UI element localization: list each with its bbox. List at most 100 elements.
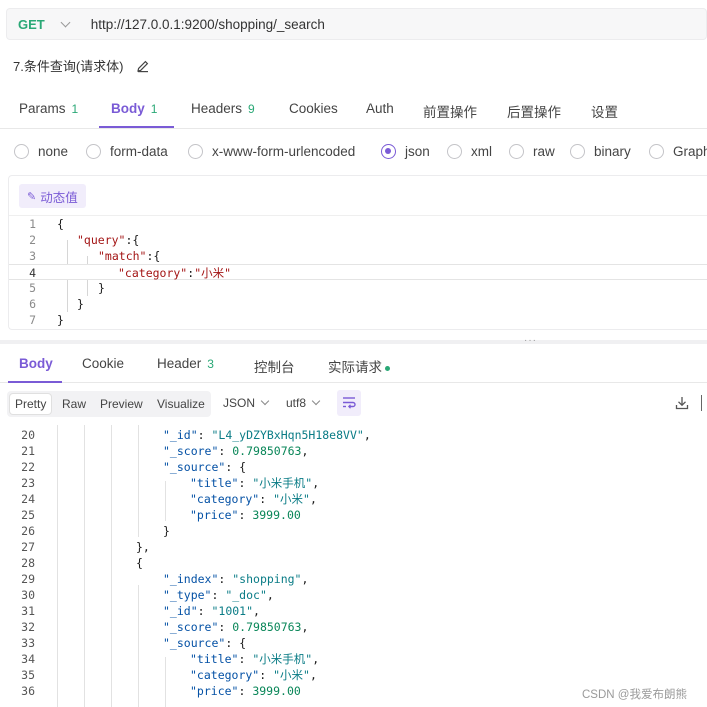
line-text: "price": 3999.00 [190, 684, 301, 698]
radio-xml[interactable]: xml [447, 144, 492, 159]
line-text: }, [136, 540, 150, 554]
line-number: 22 [21, 460, 35, 474]
response-toolbar: Pretty Raw Preview Visualize JSON utf8 [0, 389, 707, 419]
response-line: 27}, [0, 539, 707, 555]
response-line: 30 "_type": "_doc", [0, 587, 707, 603]
pane-splitter[interactable] [0, 340, 707, 344]
line-number: 26 [21, 524, 35, 538]
response-line: 31 "_id": "1001", [0, 603, 707, 619]
download-icon[interactable] [675, 396, 689, 410]
tab-cookies[interactable]: Cookies [289, 101, 338, 116]
wrap-lines-icon [343, 397, 356, 409]
line-number: 36 [21, 684, 35, 698]
response-line: 29 "_index": "shopping", [0, 571, 707, 587]
response-line: 21 "_score": 0.79850763, [0, 443, 707, 459]
radio-none[interactable]: none [14, 144, 68, 159]
status-dot [385, 365, 390, 371]
line-number: 27 [21, 540, 35, 554]
tab-headers[interactable]: Headers 9 [191, 101, 255, 116]
tab-settings[interactable]: 设置 [591, 101, 618, 121]
view-mode-group: Pretty Raw Preview Visualize [7, 391, 211, 417]
request-name-label: 7.条件查询(请求体) [13, 59, 124, 74]
radio-binary[interactable]: binary [570, 144, 631, 159]
response-tabs: Body Cookie Header 3 控制台 实际请求 [0, 346, 707, 383]
view-raw-button[interactable]: Raw [57, 394, 91, 414]
line-number: 25 [21, 508, 35, 522]
line-text: "_id": "L4_yDZYBxHqn5H18e8VV", [163, 428, 371, 442]
line-text: "category": "小米", [190, 668, 317, 682]
line-number: 21 [21, 444, 35, 458]
line-text: "_type": "_doc", [163, 588, 274, 602]
drag-handle-icon[interactable]: ··· [524, 336, 537, 346]
code-line-current: 4 "category":"小米" [9, 264, 707, 280]
line-text: "title": "小米手机", [190, 476, 320, 490]
response-body[interactable]: 20 "_id": "L4_yDZYBxHqn5H18e8VV", 21 "_scor… [0, 425, 707, 707]
tab-body[interactable]: Body 1 [111, 101, 157, 116]
line-text: } [163, 524, 170, 538]
dynamic-value-button[interactable]: ✎ 动态值 [19, 184, 86, 208]
response-line: 34 "title": "小米手机", [0, 651, 707, 667]
line-text: "price": 3999.00 [190, 508, 301, 522]
line-number: 33 [21, 636, 35, 650]
response-line: 28 { [0, 555, 707, 571]
code-line: 2 "query":{ [29, 233, 140, 247]
resp-tab-cookie[interactable]: Cookie [82, 356, 124, 371]
line-number: 28 [21, 556, 35, 570]
code-line: 3 "match":{ [29, 249, 161, 263]
radio-circle [447, 144, 462, 159]
line-text: "_source": { [163, 460, 247, 474]
tab-pre-ops[interactable]: 前置操作 [423, 101, 477, 121]
request-tabs: Params 1 Body 1 Headers 9 Cookies Auth 前置操作… [0, 93, 707, 129]
format-select[interactable]: JSON [223, 396, 270, 410]
radio-form-data[interactable]: form-data [86, 144, 168, 159]
radio-circle [649, 144, 664, 159]
code-line: 7} [29, 313, 64, 327]
radio-urlencoded[interactable]: x-www-form-urlencoded [188, 144, 355, 159]
resp-tab-actual-request[interactable]: 实际请求 [328, 356, 390, 376]
response-line: 33 "_source": { [0, 635, 707, 651]
line-text: "title": "小米手机", [190, 652, 320, 666]
code-line: 6} [29, 297, 84, 311]
view-visualize-button[interactable]: Visualize [152, 394, 210, 414]
method-select[interactable]: GET [18, 17, 45, 32]
active-tab-indicator [99, 126, 174, 128]
line-text: { [136, 556, 143, 570]
line-number: 20 [21, 428, 35, 442]
line-number: 23 [21, 476, 35, 490]
line-number: 31 [21, 604, 35, 618]
wrap-lines-button[interactable] [337, 390, 361, 416]
radio-circle [14, 144, 29, 159]
tab-post-ops[interactable]: 后置操作 [507, 101, 561, 121]
encoding-select[interactable]: utf8 [286, 396, 321, 410]
view-preview-button[interactable]: Preview [95, 394, 148, 414]
chevron-down-icon [311, 396, 321, 406]
line-text: "_source": { [163, 636, 247, 650]
view-pretty-button[interactable]: Pretty [10, 394, 52, 414]
line-text: "category": "小米", [190, 492, 317, 506]
response-line: 24 "category": "小米", [0, 491, 707, 507]
radio-json[interactable]: json [381, 144, 430, 159]
resp-tab-header[interactable]: Header 3 [157, 356, 214, 371]
edit-icon[interactable] [136, 59, 150, 73]
radio-raw[interactable]: raw [509, 144, 555, 159]
url-bar: GET http://127.0.0.1:9200/shopping/_sear… [6, 8, 707, 40]
active-resp-tab-indicator [8, 381, 62, 383]
radio-circle [509, 144, 524, 159]
watermark: CSDN @我爱布朗熊 [582, 689, 687, 701]
code-line: 1{ [29, 217, 64, 231]
line-number: 34 [21, 652, 35, 666]
radio-circle [188, 144, 203, 159]
chevron-down-icon[interactable] [60, 17, 71, 27]
tab-auth[interactable]: Auth [366, 101, 394, 116]
tab-params[interactable]: Params 1 [19, 101, 78, 116]
response-line: 20 "_id": "L4_yDZYBxHqn5H18e8VV", [0, 427, 707, 443]
radio-graphql[interactable]: GraphQL [649, 144, 707, 159]
chevron-down-icon [260, 396, 270, 406]
line-number: 29 [21, 572, 35, 586]
dynamic-value-label: 动态值 [40, 190, 78, 205]
resp-tab-console[interactable]: 控制台 [254, 356, 295, 376]
response-line: 35 "category": "小米", [0, 667, 707, 683]
resp-tab-body[interactable]: Body [19, 356, 53, 371]
more-icon[interactable] [701, 395, 707, 411]
url-input[interactable]: http://127.0.0.1:9200/shopping/_search [91, 17, 325, 32]
